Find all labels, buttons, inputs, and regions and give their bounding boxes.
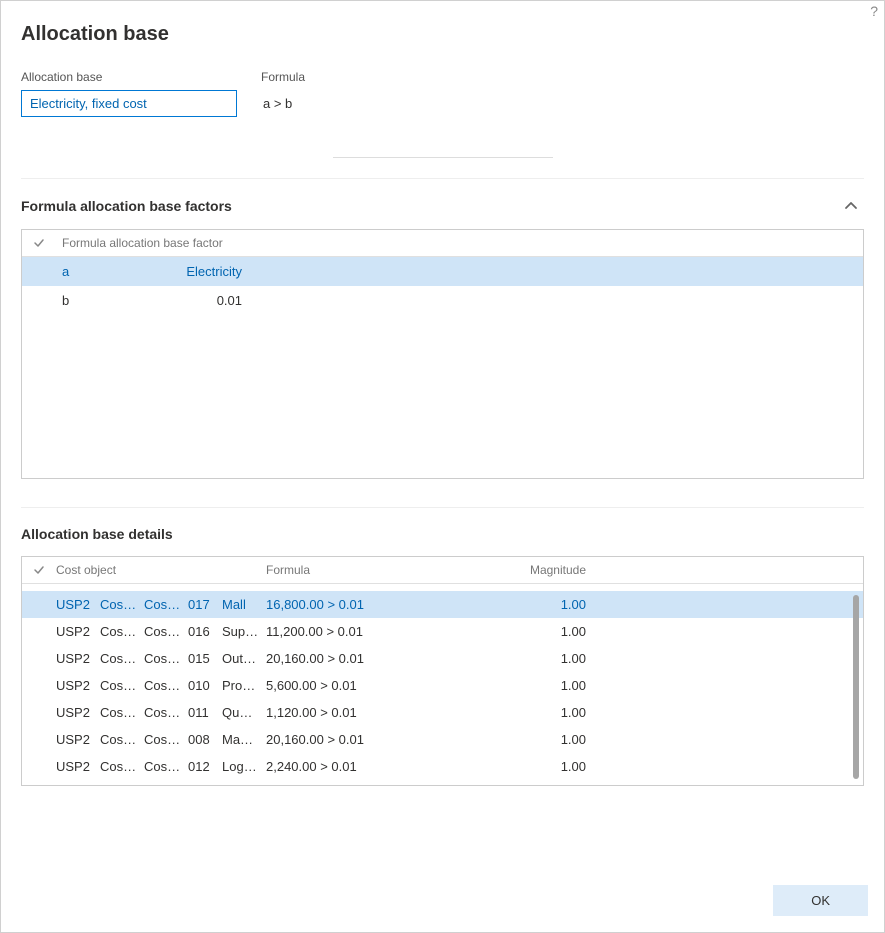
formula-field: Formula a > b [261, 70, 305, 117]
section-divider-mid [21, 507, 864, 508]
cost-object-c2: Cos… [100, 759, 144, 774]
row-magnitude: 1.00 [526, 651, 586, 666]
formula-header: Formula [266, 563, 526, 577]
checkmark-icon [32, 563, 56, 577]
cost-object-c3: Cos… [144, 624, 188, 639]
table-row[interactable]: USP2Cos…Cos…008Ma…20,160.00 > 0.011.00 [22, 726, 863, 753]
row-formula: 2,240.00 > 0.01 [266, 759, 526, 774]
cost-object-c3: Cos… [144, 651, 188, 666]
formula-value: a > b [261, 90, 305, 117]
page-title: Allocation base [21, 23, 864, 46]
factors-section-title: Formula allocation base factors [21, 198, 232, 214]
cost-object-c2: Cos… [100, 678, 144, 693]
factor-symbol: b [32, 293, 142, 308]
factors-section-head: Formula allocation base factors [21, 197, 864, 215]
cost-object-c4: 015 [188, 651, 222, 666]
factor-value: Electricity [142, 264, 252, 279]
factor-row[interactable]: aElectricity [22, 257, 863, 286]
allocation-base-input[interactable] [21, 90, 237, 117]
magnitude-header: Magnitude [526, 563, 586, 577]
cost-object-c1: USP2 [56, 705, 100, 720]
cost-object-c1: USP2 [56, 651, 100, 666]
cost-object-c2: Cos… [100, 624, 144, 639]
factors-grid: Formula allocation base factor aElectric… [21, 229, 864, 479]
cost-object-c2: Cos… [100, 732, 144, 747]
allocation-base-dialog: ? Allocation base Allocation base Formul… [0, 0, 885, 933]
cost-object-c1: USP2 [56, 732, 100, 747]
cost-object-c2: Cos… [100, 705, 144, 720]
table-row[interactable]: USP2Cos…Cos…015Out…20,160.00 > 0.011.00 [22, 645, 863, 672]
chevron-up-icon[interactable] [838, 197, 864, 215]
details-section-title: Allocation base details [21, 526, 173, 542]
cost-object-c4: 010 [188, 678, 222, 693]
cost-object-c3: Cos… [144, 759, 188, 774]
dialog-footer: OK [1, 873, 884, 932]
details-grid: Cost object Formula Magnitude USP2Cos…Co… [21, 556, 864, 786]
row-formula: 20,160.00 > 0.01 [266, 651, 526, 666]
cost-object-c4: 008 [188, 732, 222, 747]
row-formula: 5,600.00 > 0.01 [266, 678, 526, 693]
cost-object-c3: Cos… [144, 732, 188, 747]
row-formula: 1,120.00 > 0.01 [266, 705, 526, 720]
allocation-base-label: Allocation base [21, 70, 237, 84]
cost-object-c5: Ma… [222, 732, 266, 747]
cost-object-c4: 012 [188, 759, 222, 774]
row-magnitude: 1.00 [526, 759, 586, 774]
cost-object-c5: Out… [222, 651, 266, 666]
table-row[interactable]: USP2Cos…Cos…017Mall16,800.00 > 0.011.00 [22, 591, 863, 618]
row-formula: 20,160.00 > 0.01 [266, 732, 526, 747]
cost-object-c4: 017 [188, 597, 222, 612]
factor-value: 0.01 [142, 293, 252, 308]
cost-object-c1: USP2 [56, 624, 100, 639]
row-magnitude: 1.00 [526, 732, 586, 747]
cost-object-header: Cost object [56, 563, 266, 577]
ok-button[interactable]: OK [773, 885, 868, 916]
row-magnitude: 1.00 [526, 597, 586, 612]
formula-label: Formula [261, 70, 305, 84]
table-row[interactable]: USP2Cos…Cos…012Log…2,240.00 > 0.011.00 [22, 753, 863, 780]
row-magnitude: 1.00 [526, 678, 586, 693]
factors-grid-header: Formula allocation base factor [22, 230, 863, 257]
table-row[interactable]: USP2Cos…Cos…016Sup…11,200.00 > 0.011.00 [22, 618, 863, 645]
cost-object-c5: Pro… [222, 678, 266, 693]
checkmark-icon [32, 236, 56, 250]
cost-object-c4: 011 [188, 705, 222, 720]
dialog-content: Allocation base Allocation base Formula … [1, 1, 884, 873]
factor-symbol: a [32, 264, 142, 279]
table-row[interactable]: USP2Cos…Cos…011Qu…1,120.00 > 0.011.00 [22, 699, 863, 726]
field-row: Allocation base Formula a > b [21, 70, 864, 117]
details-section-head: Allocation base details [21, 526, 864, 542]
cost-object-c2: Cos… [100, 597, 144, 612]
cost-object-c1: USP2 [56, 759, 100, 774]
factor-row[interactable]: b0.01 [22, 286, 863, 315]
cost-object-c1: USP2 [56, 597, 100, 612]
cost-object-c2: Cos… [100, 651, 144, 666]
scrollbar-thumb[interactable] [853, 595, 859, 779]
cost-object-c5: Sup… [222, 624, 266, 639]
row-magnitude: 1.00 [526, 624, 586, 639]
cost-object-c5: Qu… [222, 705, 266, 720]
cost-object-c3: Cos… [144, 678, 188, 693]
factors-grid-body: aElectricityb0.01 [22, 257, 863, 315]
divider [333, 157, 553, 158]
cost-object-c3: Cos… [144, 597, 188, 612]
allocation-base-field: Allocation base [21, 70, 237, 117]
cost-object-c4: 016 [188, 624, 222, 639]
cost-object-c5: Mall [222, 597, 266, 612]
details-grid-header: Cost object Formula Magnitude [22, 557, 863, 584]
details-grid-body[interactable]: USP2Cos…Cos…017Mall16,800.00 > 0.011.00U… [22, 591, 863, 785]
cost-object-c3: Cos… [144, 705, 188, 720]
help-icon[interactable]: ? [870, 3, 878, 19]
section-divider-top [21, 178, 864, 179]
cost-object-c5: Log… [222, 759, 266, 774]
row-formula: 16,800.00 > 0.01 [266, 597, 526, 612]
row-formula: 11,200.00 > 0.01 [266, 624, 526, 639]
factors-column-header: Formula allocation base factor [56, 236, 853, 250]
table-row[interactable]: USP2Cos…Cos…010Pro…5,600.00 > 0.011.00 [22, 672, 863, 699]
cost-object-c1: USP2 [56, 678, 100, 693]
row-magnitude: 1.00 [526, 705, 586, 720]
